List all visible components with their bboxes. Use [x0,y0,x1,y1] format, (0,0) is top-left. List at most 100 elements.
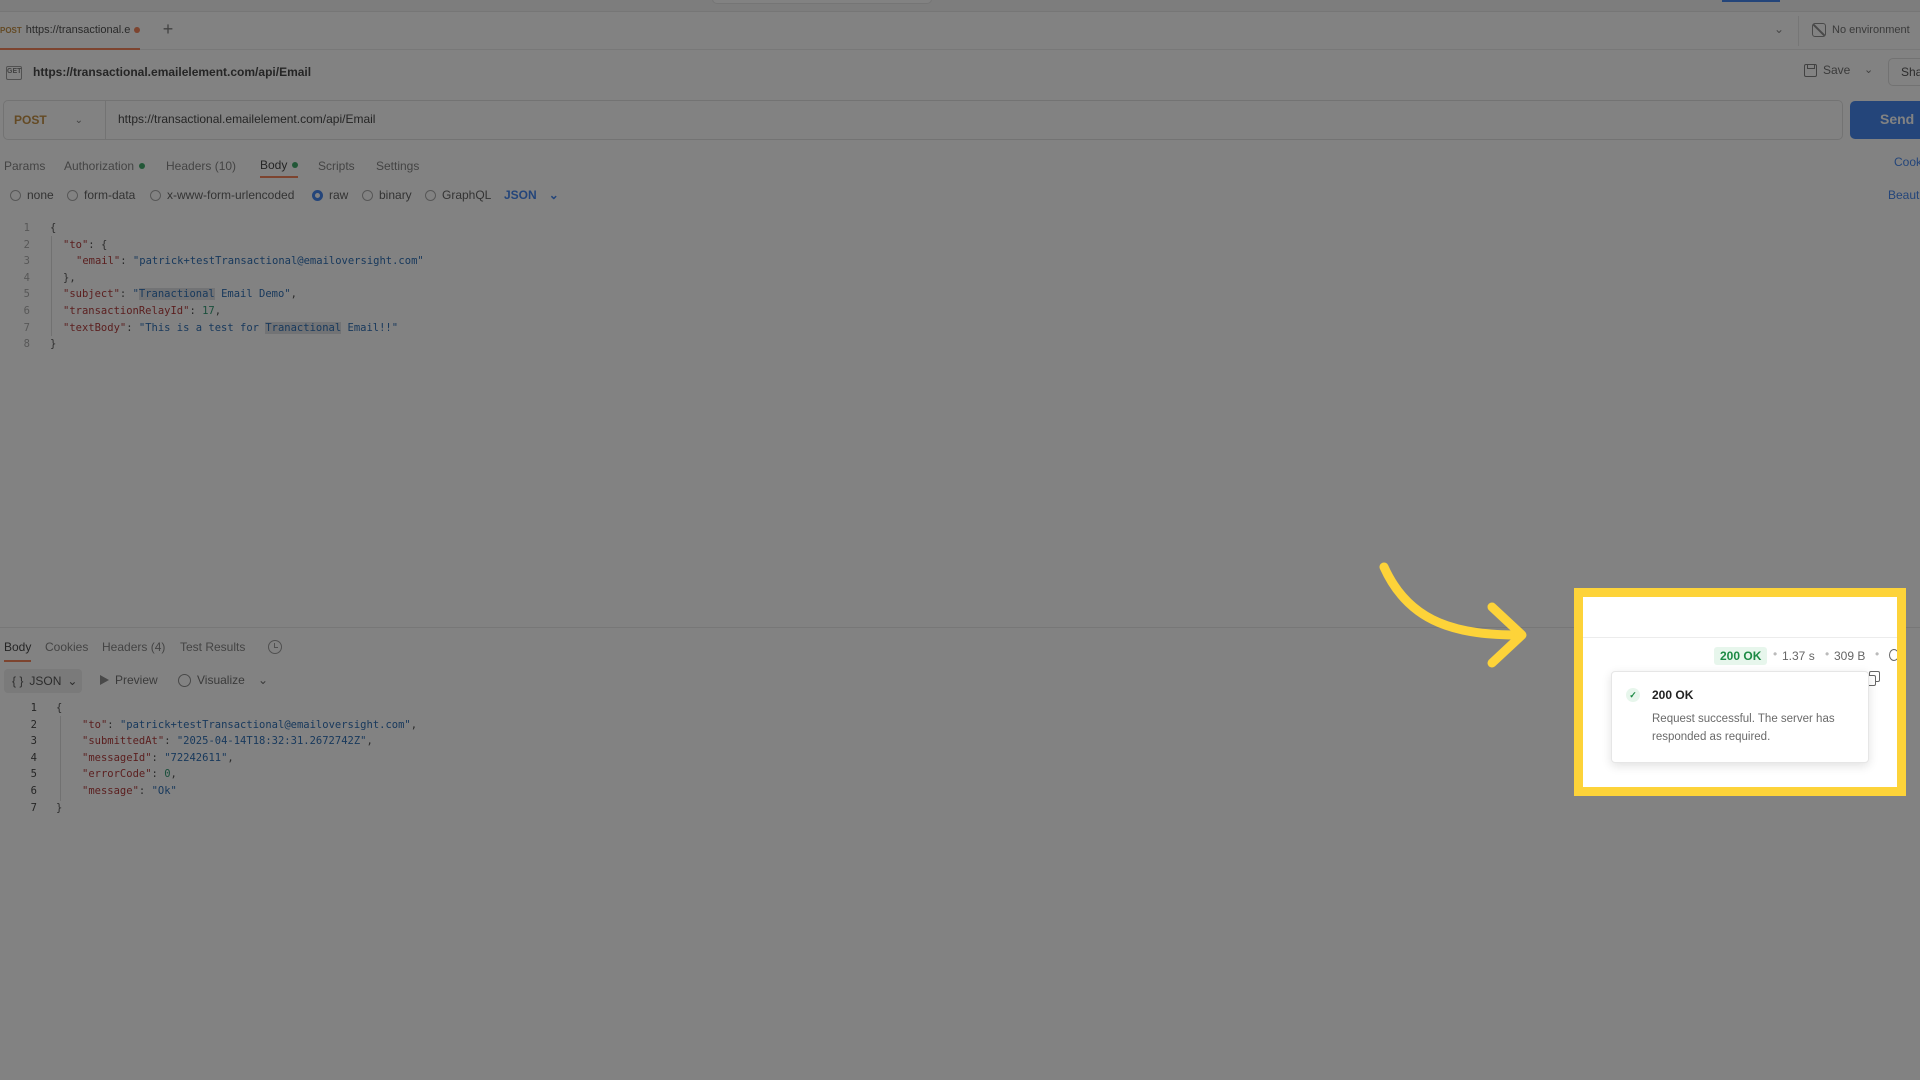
response-tabs: Body Cookies Headers (4) Test Results [0,636,1560,662]
json-string: " [132,288,139,301]
save-options-chevron-icon[interactable]: ⌄ [1864,63,1873,76]
code-line: 5 "subject": "Tranactional Email Demo", [0,286,1920,303]
separator: • [1773,647,1778,661]
tab-response-cookies[interactable]: Cookies [45,640,88,662]
json-key: "errorCode" [82,768,152,781]
line-number: 4 [30,751,37,764]
separator: • [1825,647,1830,661]
upgrade-button-stub[interactable] [1722,0,1780,2]
spotlight-frame: 200 OK • 1.37 s • 309 B • ✓ 200 OK Reque… [1574,588,1906,796]
body-type-selector: none form-data x-www-form-urlencoded raw… [0,184,1920,206]
radio-label: none [27,188,54,202]
search-match-highlight: Tranactional [138,288,215,301]
radio-raw[interactable]: raw [312,188,348,202]
json-key: "message" [82,784,139,797]
tooltip-title: 200 OK [1652,688,1694,702]
code-text: { [50,222,57,234]
status-tooltip: ✓ 200 OK Request successful. The server … [1611,671,1869,763]
tab-test-results[interactable]: Test Results [180,640,245,662]
chevron-down-icon[interactable]: ⌄ [1774,22,1784,36]
response-body-viewer[interactable]: 1{ 2 "to": "patrick+testTransactional@ema… [0,700,900,816]
code-line: 6 "transactionRelayId": 17, [0,303,1920,320]
history-icon[interactable] [268,640,282,654]
tab-body[interactable]: Body [260,154,299,178]
radio-circle [67,189,78,201]
save-button[interactable]: Save [1804,63,1850,77]
radio-binary[interactable]: binary [362,188,412,202]
json-string: "patrick+testTransactional@emailoversigh… [119,718,411,731]
radio-urlencoded[interactable]: x-www-form-urlencoded [150,188,294,202]
tab-headers[interactable]: Headers (10) [166,154,236,178]
code-line: 7 "textBody": "This is a test for Tranact… [0,320,1920,337]
share-button[interactable]: Share [1888,58,1920,86]
status-dot-icon [292,162,299,168]
json-string: "This is a test for [138,321,266,334]
response-size[interactable]: 309 B [1834,649,1865,663]
divider [1583,637,1897,638]
tab-label: Scripts [318,159,355,173]
chevron-down-icon: ⌄ [74,114,84,126]
visualize-button[interactable]: Visualize [178,673,245,687]
status-badge[interactable]: 200 OK [1714,647,1768,665]
cookies-link[interactable]: Cookies [1894,155,1920,169]
url-input[interactable] [118,112,1818,126]
line-number: 2 [30,718,37,731]
json-number: 17 [202,304,215,317]
new-tab-button[interactable]: + [158,20,178,40]
chevron-down-icon: ⌄ [548,188,559,202]
tab-response-body[interactable]: Body [4,640,32,662]
json-key: "to" [63,238,89,251]
tab-settings[interactable]: Settings [376,154,419,178]
tab-response-headers[interactable]: Headers (4) [102,640,165,662]
code-line: 5 "errorCode": 0, [0,766,900,783]
request-line: POST ⌄ [3,100,1843,140]
language-select[interactable]: JSON ⌄ [504,188,559,202]
save-label: Save [1823,63,1851,77]
tab-params[interactable]: Params [4,154,45,178]
radio-label: form-data [84,188,136,202]
json-key: "messageId" [82,751,152,764]
code-line: 4 "messageId": "72242611", [0,750,900,767]
json-key: "email" [76,255,121,268]
preview-button[interactable]: Preview [100,673,158,687]
tab-title: https://transactional.emailelement.com/a… [25,24,131,36]
braces-icon: { } [12,674,24,688]
line-number: 7 [30,801,37,814]
save-icon [1804,63,1817,77]
radio-circle [10,189,21,201]
line-number: 8 [23,338,30,351]
radio-none[interactable]: none [10,188,54,202]
divider [1798,16,1799,46]
globe-icon[interactable] [1889,649,1897,661]
send-button[interactable]: Send [1850,101,1920,139]
response-format-select[interactable]: { } JSON ⌄ [4,669,82,693]
copy-icon[interactable] [1865,671,1880,686]
chevron-down-icon[interactable]: ⌄ [258,673,268,687]
tab-bar: POST https://transactional.emailelement.… [0,12,1920,50]
request-body-editor[interactable]: 1{ 2 "to": { 3 "email": "patrick+testTrans… [0,220,1920,353]
method-label: POST [14,113,47,127]
code-text: }, [63,271,76,284]
tab-scripts[interactable]: Scripts [318,154,355,178]
radio-form-data[interactable]: form-data [67,188,135,202]
tab-authorization[interactable]: Authorization [64,154,146,178]
radio-circle [312,189,323,201]
code-line: 3 "email": "patrick+testTransactional@ema… [0,253,1920,270]
response-time[interactable]: 1.37 s [1782,649,1815,663]
breadcrumb[interactable]: https://transactional.emailelement.com/a… [33,65,311,79]
environment-selector[interactable]: No environment [1812,23,1910,37]
tab-label: Body [260,158,288,172]
line-number: 1 [30,702,37,714]
beautify-button[interactable]: Beautify [1888,188,1920,202]
response-status-area: 200 OK • 1.37 s • 309 B • ✓ 200 OK Reque… [1583,597,1897,787]
visualize-icon [178,673,191,687]
search-bar-stub[interactable] [712,0,932,4]
tab-label: Authorization [64,159,135,173]
method-select[interactable]: POST ⌄ [4,101,106,139]
request-tab[interactable]: POST https://transactional.emailelement.… [0,12,140,50]
line-number: 3 [30,735,37,748]
json-string: "Ok" [151,784,177,797]
response-toolbar: { } JSON ⌄ Preview Visualize ⌄ [0,669,600,693]
line-number: 5 [23,288,30,301]
radio-graphql[interactable]: GraphQL [425,188,491,202]
